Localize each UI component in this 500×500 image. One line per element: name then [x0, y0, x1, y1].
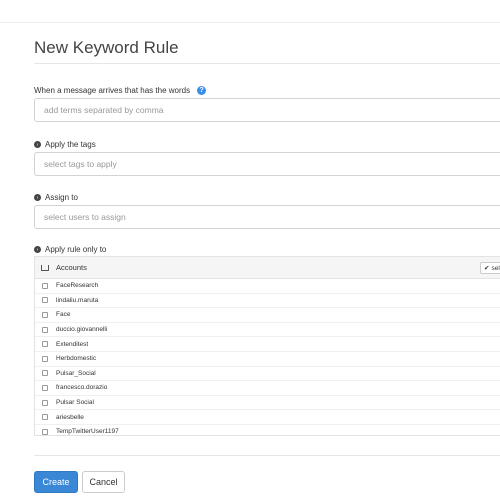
words-input[interactable]: add terms separated by comma: [34, 98, 500, 122]
inbox-icon: [41, 264, 49, 271]
tags-label: Apply the tags: [45, 140, 96, 149]
account-row[interactable]: FaceResearch: [35, 279, 500, 294]
account-name: ariesbelle: [56, 413, 84, 421]
create-button[interactable]: Create: [34, 471, 78, 493]
apply-label-row: › Apply rule only to: [34, 245, 106, 254]
account-checkbox[interactable]: [42, 297, 48, 304]
account-row[interactable]: Extenditest: [35, 337, 500, 352]
tags-label-row: › Apply the tags: [34, 140, 96, 149]
account-name: duccio.giovannelli: [56, 326, 108, 334]
account-row[interactable]: duccio.giovannelli: [35, 323, 500, 338]
arrow-circle-icon: ›: [34, 246, 41, 253]
accounts-list: Accounts ✔ sel FaceResearch lindaliu.maru…: [34, 256, 500, 436]
assign-input[interactable]: select users to assign: [34, 205, 500, 229]
account-row[interactable]: Pulsar Social: [35, 396, 500, 411]
account-checkbox[interactable]: [42, 355, 48, 362]
arrow-circle-icon: ›: [34, 141, 41, 148]
account-checkbox[interactable]: [42, 370, 48, 377]
account-name: Extenditest: [56, 340, 89, 348]
page-title: New Keyword Rule: [34, 38, 179, 57]
account-row[interactable]: francesco.dorazio: [35, 381, 500, 396]
account-name: Face: [56, 311, 71, 319]
account-checkbox[interactable]: [42, 384, 48, 391]
cancel-button[interactable]: Cancel: [82, 471, 125, 493]
assign-label-row: › Assign to: [34, 193, 78, 202]
account-name: TempTwitterUser1197: [56, 428, 119, 436]
account-name: Pulsar_Social: [56, 369, 96, 377]
tags-input[interactable]: select tags to apply: [34, 152, 500, 176]
account-row[interactable]: ariesbelle: [35, 410, 500, 425]
assign-label: Assign to: [45, 193, 78, 202]
account-checkbox[interactable]: [42, 326, 48, 333]
words-label-row: When a message arrives that has the word…: [34, 86, 207, 95]
account-name: lindaliu.maruta: [56, 296, 99, 304]
account-name: Herbdomestic: [56, 355, 97, 363]
tags-placeholder: select tags to apply: [44, 159, 117, 169]
title-divider: [34, 63, 500, 64]
account-row[interactable]: lindaliu.maruta: [35, 294, 500, 309]
account-row[interactable]: Pulsar_Social: [35, 367, 500, 382]
arrow-circle-icon: ›: [34, 194, 41, 201]
words-placeholder: add terms separated by comma: [44, 105, 164, 115]
apply-label: Apply rule only to: [45, 245, 107, 254]
words-label: When a message arrives that has the word…: [34, 86, 191, 95]
account-name: Pulsar Social: [56, 399, 94, 407]
top-divider: [0, 22, 500, 23]
select-all-label: sel: [491, 264, 500, 272]
accounts-header-label: Accounts: [56, 263, 87, 272]
assign-placeholder: select users to assign: [44, 212, 126, 222]
account-row[interactable]: Face: [35, 308, 500, 323]
account-checkbox[interactable]: [42, 414, 48, 421]
help-icon[interactable]: ?: [197, 86, 207, 95]
account-checkbox[interactable]: [42, 399, 48, 406]
account-checkbox[interactable]: [42, 341, 48, 348]
account-name: francesco.dorazio: [56, 384, 108, 392]
account-checkbox[interactable]: [42, 282, 48, 289]
account-checkbox[interactable]: [42, 428, 48, 435]
accounts-header: Accounts ✔ sel: [35, 257, 500, 279]
select-all-button[interactable]: ✔ sel: [480, 262, 500, 274]
account-checkbox[interactable]: [42, 311, 48, 318]
accounts-rows: FaceResearch lindaliu.maruta Face duccio.gi…: [35, 279, 500, 436]
account-row[interactable]: Herbdomestic: [35, 352, 500, 367]
check-icon: ✔: [484, 265, 490, 272]
footer-divider: [34, 455, 500, 456]
account-name: FaceResearch: [56, 282, 99, 290]
account-row[interactable]: TempTwitterUser1197: [35, 425, 500, 436]
